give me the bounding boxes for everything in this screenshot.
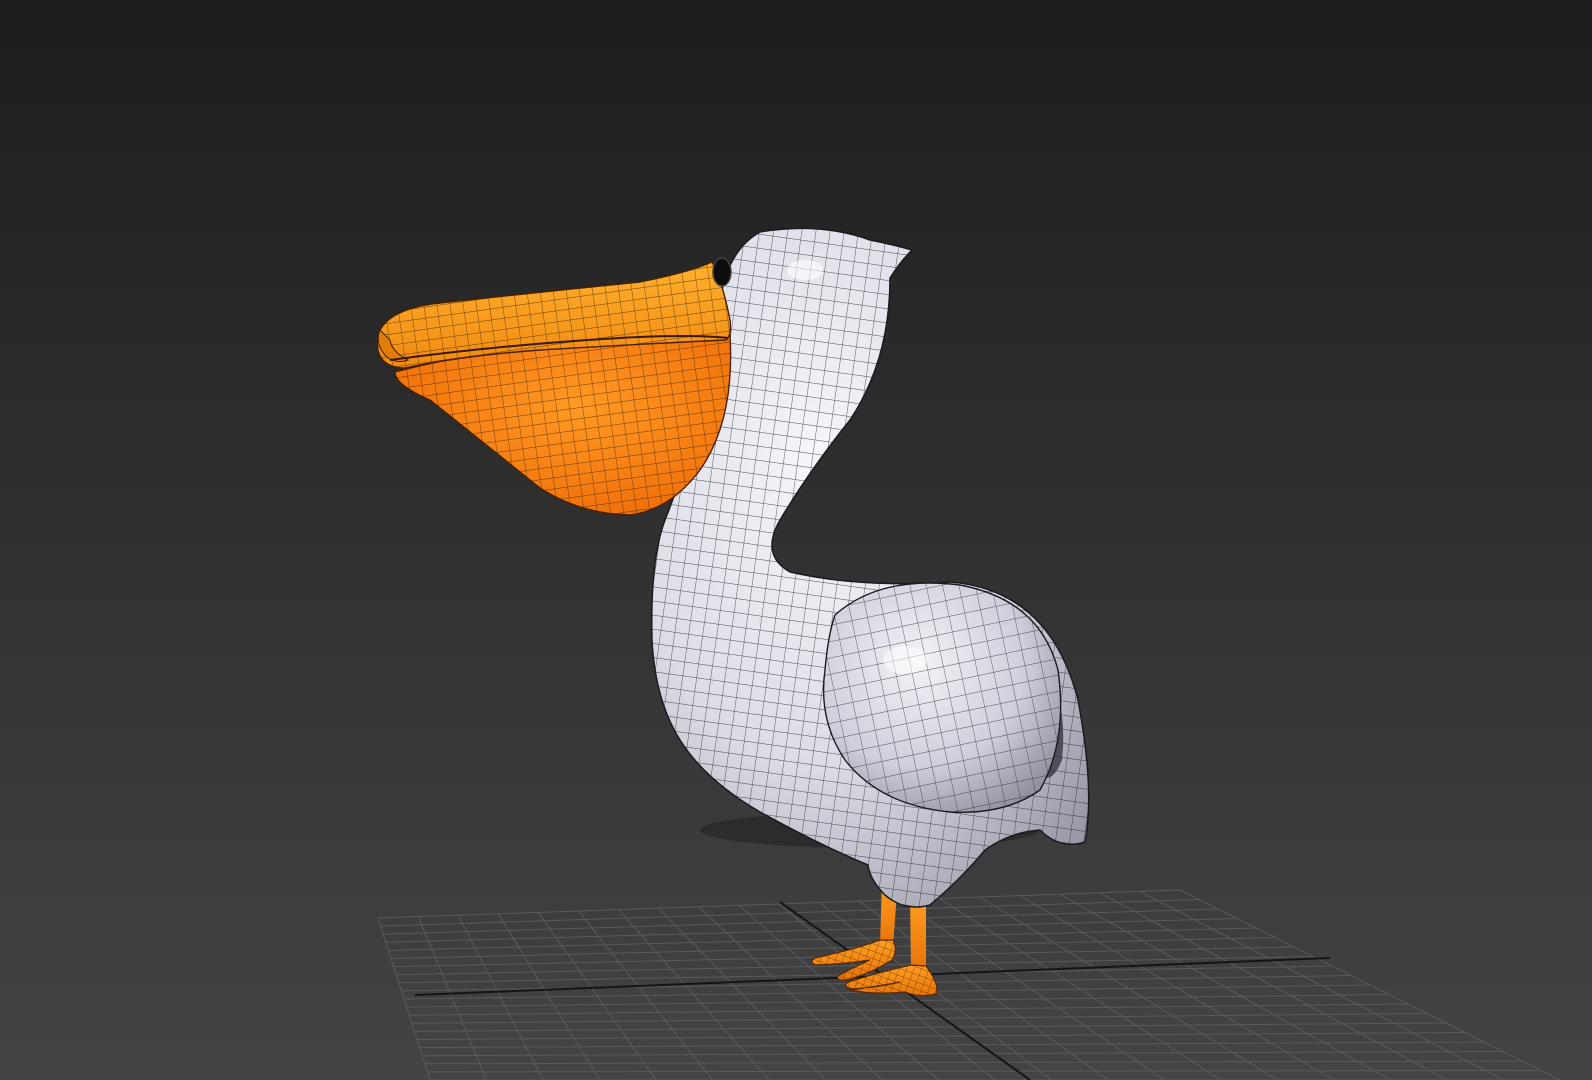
- wing-highlight: [883, 646, 927, 674]
- head-highlight: [787, 260, 823, 280]
- 3d-viewport[interactable]: [0, 0, 1592, 1080]
- pelican-eye[interactable]: [712, 257, 732, 287]
- viewport-scene[interactable]: [0, 0, 1592, 1080]
